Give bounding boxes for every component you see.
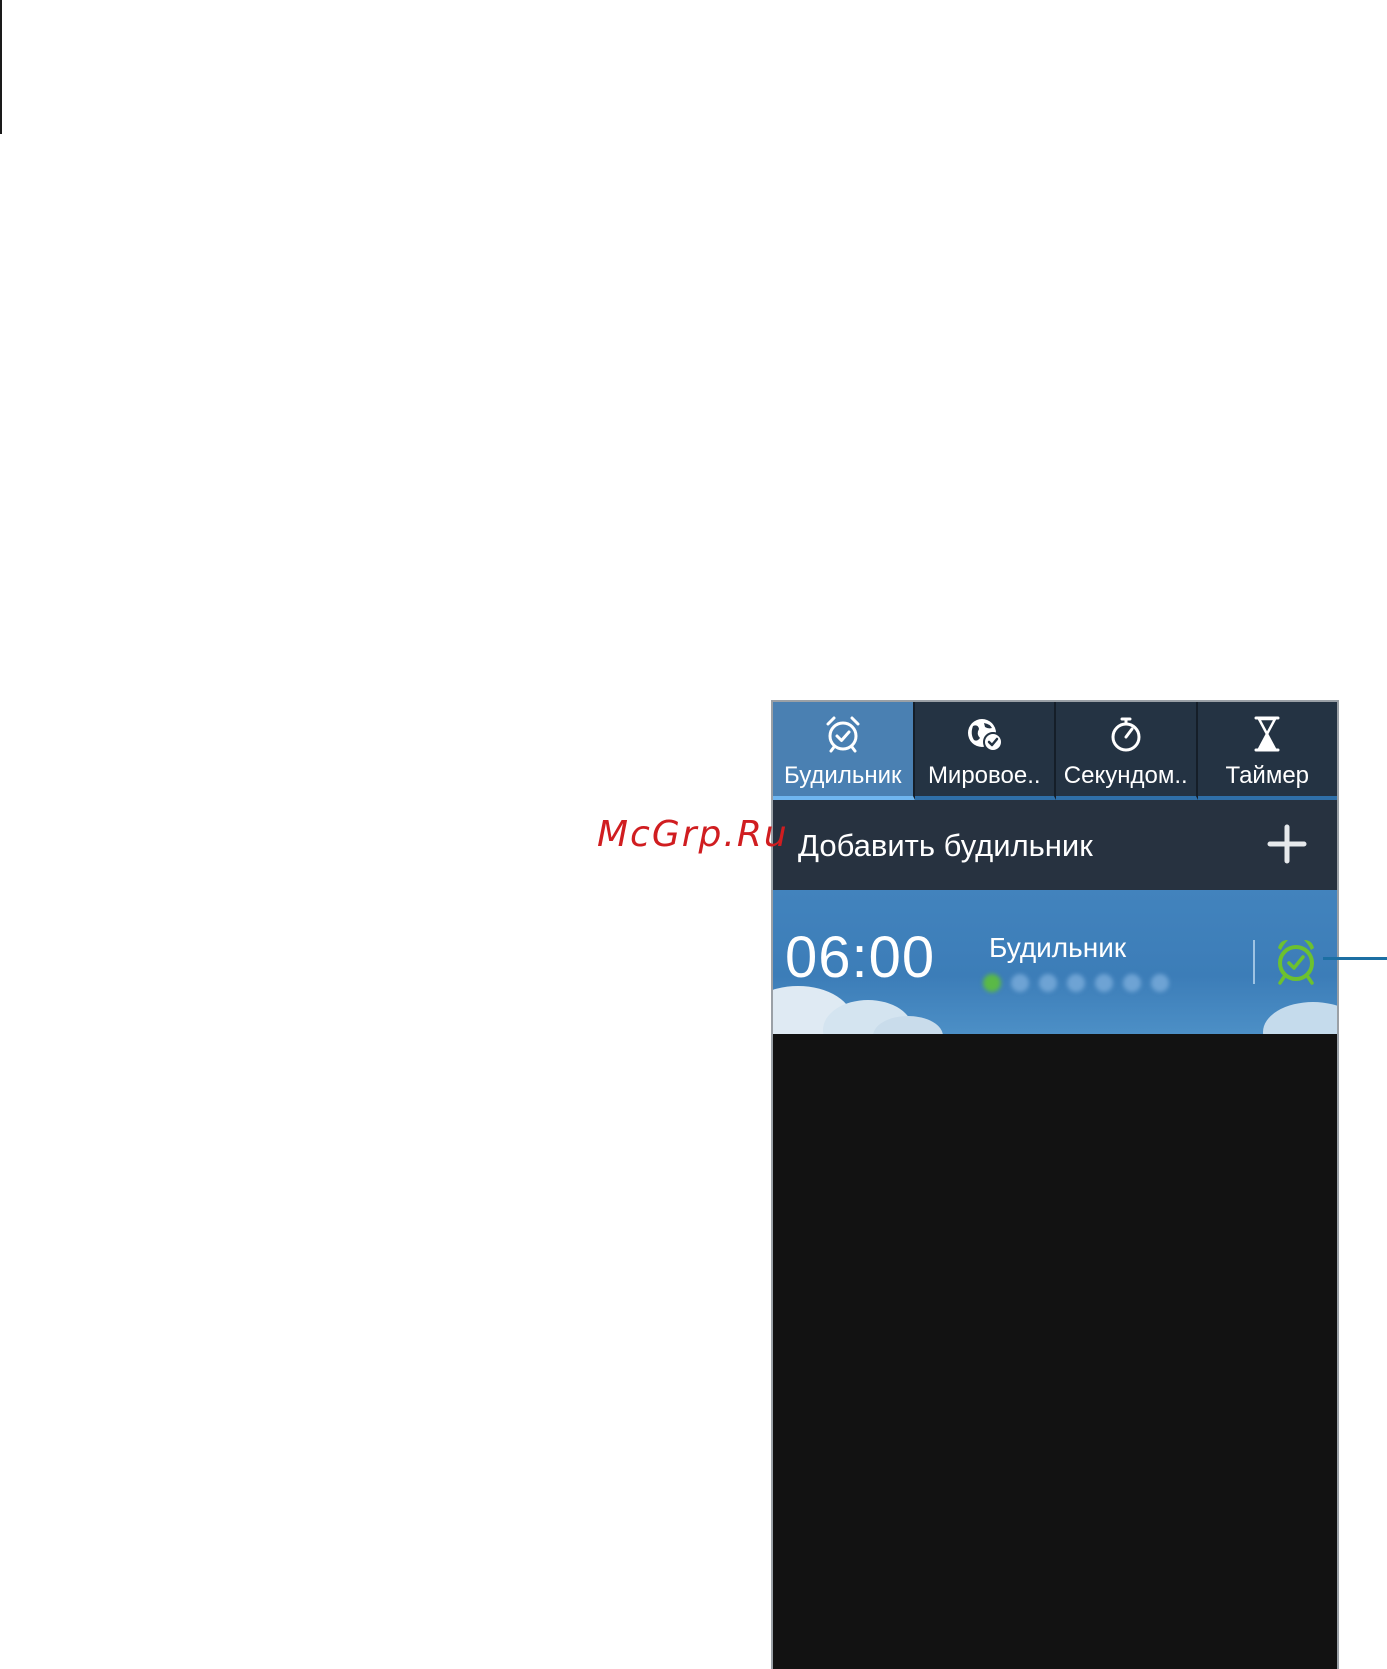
watermark: McGrp.Ru: [597, 814, 789, 855]
tab-timer[interactable]: Таймер: [1197, 702, 1337, 800]
alarm-days: [983, 974, 1169, 992]
alarm-time: 06:00: [785, 925, 936, 990]
alarm-divider: [1253, 940, 1255, 984]
tab-bar: Будильник Мировое.. Секундом.. Таймер: [773, 702, 1337, 800]
add-alarm-row[interactable]: Добавить будильник: [773, 800, 1337, 890]
add-alarm-label: Добавить будильник: [798, 828, 1093, 863]
phone-screen: Будильник Мировое.. Секундом.. Таймер До…: [771, 700, 1339, 1669]
tab-alarm[interactable]: Будильник: [773, 702, 915, 800]
world-clock-icon: [964, 714, 1004, 754]
alarm-name: Будильник: [989, 932, 1127, 963]
tab-world-clock[interactable]: Мировое..: [914, 702, 1056, 800]
alarm-item[interactable]: 06:00 Будильник: [773, 890, 1337, 1034]
page-margin-line: [0, 0, 2, 134]
hourglass-icon: [1247, 714, 1287, 754]
cloud-decoration: [1263, 1002, 1337, 1034]
tab-alarm-label: Будильник: [783, 762, 902, 789]
day-indicator: [983, 974, 1001, 992]
tab-stopwatch[interactable]: Секундом..: [1056, 702, 1198, 800]
tab-stopwatch-label: Секундом..: [1063, 762, 1188, 789]
day-indicator: [1039, 974, 1057, 992]
tab-world-clock-label: Мировое..: [927, 762, 1041, 789]
day-indicator: [1123, 974, 1141, 992]
tab-timer-label: Таймер: [1225, 762, 1310, 789]
day-indicator: [1095, 974, 1113, 992]
alarm-clock-icon: [823, 714, 863, 754]
day-indicator: [1067, 974, 1085, 992]
alarm-active-icon[interactable]: [1273, 936, 1319, 986]
day-indicator: [1151, 974, 1169, 992]
day-indicator: [1011, 974, 1029, 992]
callout-line: [1323, 957, 1387, 960]
stopwatch-icon: [1106, 714, 1146, 754]
plus-icon[interactable]: [1267, 824, 1307, 864]
